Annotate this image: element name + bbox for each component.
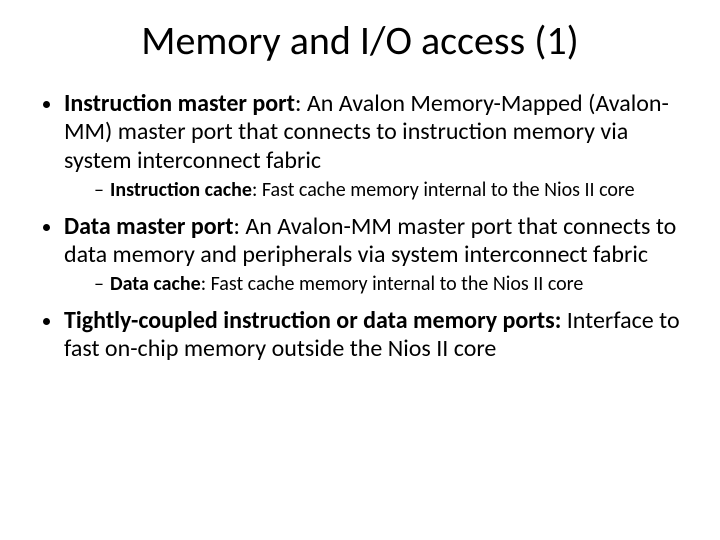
sub-bullet-item: Data cache: Fast cache memory internal t… [94,273,684,297]
sub-bullet-desc: : Fast cache memory internal to the Nios… [252,178,635,202]
sub-bullet-item: Instruction cache: Fast cache memory int… [94,179,684,203]
sub-bullet-term: Data cache [110,272,201,296]
slide: Memory and I/O access (1) Instruction ma… [0,0,720,540]
sub-bullet-desc: : Fast cache memory internal to the Nios… [201,272,584,296]
bullet-item: Tightly-coupled instruction or data memo… [64,307,684,364]
bullet-list: Instruction master port: An Avalon Memor… [36,90,684,363]
sub-bullet-list: Instruction cache: Fast cache memory int… [64,179,684,203]
sub-bullet-list: Data cache: Fast cache memory internal t… [64,273,684,297]
slide-title: Memory and I/O access (1) [36,18,684,64]
bullet-term: Instruction master port [64,89,295,118]
bullet-item: Instruction master port: An Avalon Memor… [64,90,684,203]
sub-bullet-term: Instruction cache [110,178,252,202]
bullet-item: Data master port: An Avalon-MM master po… [64,213,684,297]
bullet-term: Data master port [64,212,234,241]
bullet-term: Tightly-coupled instruction or data memo… [64,306,567,335]
